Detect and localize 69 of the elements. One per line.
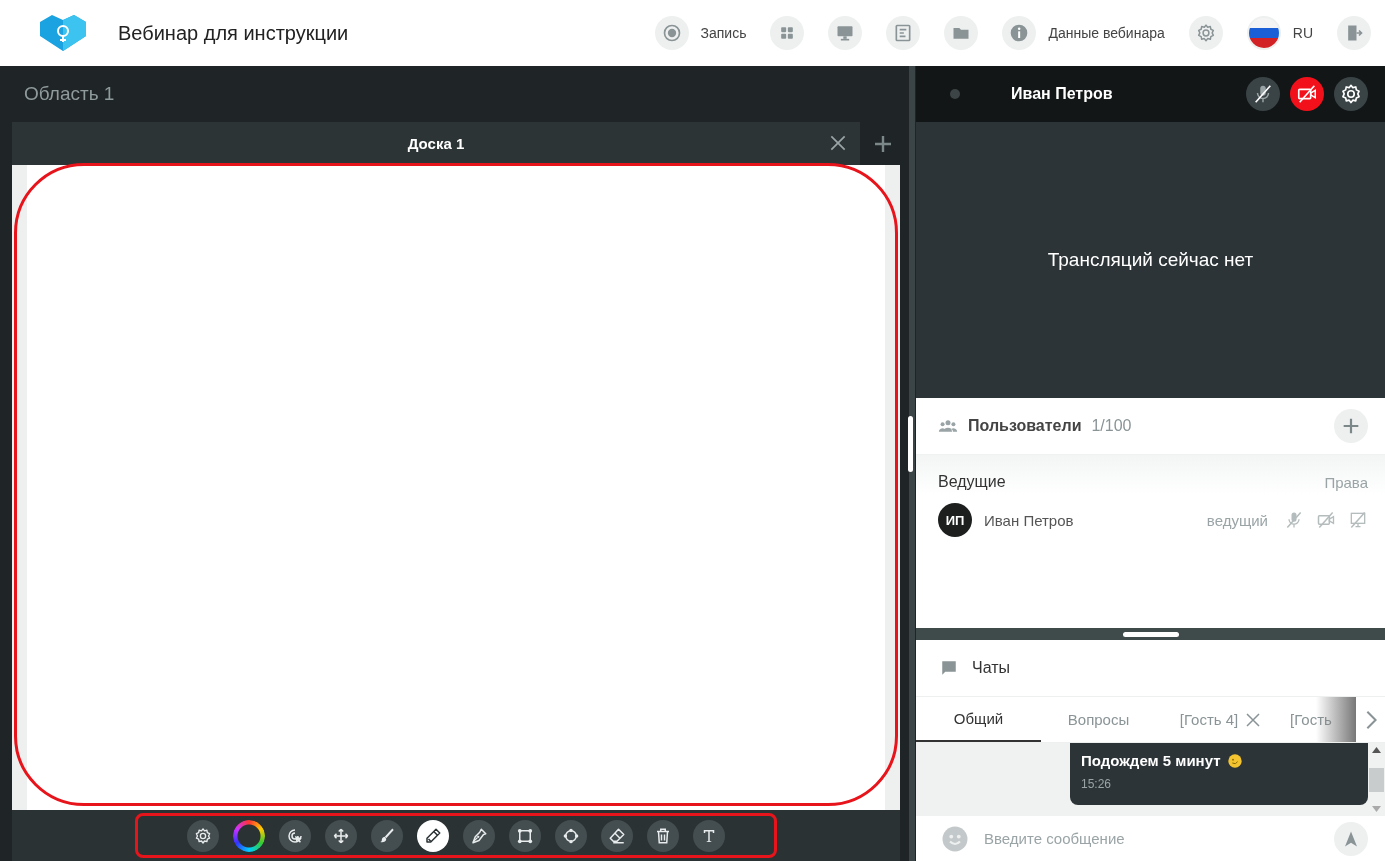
brush-tool-button[interactable] [371,819,403,852]
trash-tool-button[interactable] [647,819,679,852]
close-icon [1244,710,1263,729]
rectangle-icon [516,826,534,845]
screen-button[interactable] [828,16,863,50]
board-tab[interactable]: Доска 1 [12,122,860,165]
status-dot [949,87,961,100]
scroll-up-icon[interactable] [1372,747,1381,753]
flag-icon [1248,18,1279,48]
document-button[interactable] [886,16,921,50]
message-text: Подождем 5 минут [1081,752,1221,769]
message-time: 15:26 [1081,777,1113,791]
document-icon [893,23,914,43]
layout-button[interactable] [770,16,805,50]
pencil-icon [424,826,442,845]
move-icon [332,826,350,845]
message-input[interactable]: Введите сообщение [982,829,1322,848]
circle-shape-icon [562,826,580,845]
logo-icon [38,14,88,52]
shape-tool-button[interactable] [555,819,587,852]
pen-tool-button[interactable] [463,819,495,852]
user-role: ведущий [1206,511,1268,529]
settings-icon [1195,23,1216,43]
resize-handle[interactable] [1122,631,1179,637]
user-name: Иван Петров [984,511,1075,529]
settings-icon [1340,83,1362,105]
send-button[interactable] [1334,821,1368,856]
folder-button[interactable] [944,16,979,50]
text-tool-button[interactable] [693,819,725,852]
eraser-tool-button[interactable] [601,819,633,852]
camera-off-icon [1296,83,1318,105]
exit-button[interactable] [1337,16,1371,50]
rectangle-tool-button[interactable] [509,819,541,852]
microphone-off-icon [1252,83,1274,105]
rights-label: Права [1324,473,1368,491]
monitor-icon [835,23,856,43]
info-button[interactable]: Данные вебинара [1002,16,1165,50]
settings-tool-button[interactable] [187,819,219,852]
presenter-name: Иван Петров [1011,85,1114,103]
pencil-tool-button[interactable] [417,819,449,852]
eraser-icon [608,826,626,845]
record-icon [661,23,682,43]
cursor-icon [286,826,304,845]
color-ring-icon [233,819,265,852]
avatar: ИП [938,503,972,537]
users-title: Пользователи [968,417,1082,435]
no-stream-message: Трансляций сейчас нет [1047,249,1254,271]
area-title: Область 1 [23,82,116,106]
chats-title: Чаты [972,659,1011,677]
record-button[interactable]: Запись [654,16,747,50]
pen-nib-icon [470,826,488,845]
info-icon [1009,23,1030,43]
move-tool-button[interactable] [325,819,357,852]
settings-button[interactable] [1334,77,1368,111]
chat-icon [940,659,958,677]
add-user-button[interactable] [1334,409,1368,443]
emoji-icon [1226,752,1243,769]
group-title: Ведущие [938,473,1006,491]
webinar-title: Вебинар для инструкции [118,21,350,45]
mic-button[interactable] [1246,77,1280,111]
camera-button[interactable] [1290,77,1324,111]
select-tool-button[interactable] [279,819,311,852]
settings-icon [194,826,212,845]
trash-icon [654,826,672,845]
resize-handle[interactable] [908,415,913,472]
users-count: 1/100 [1091,417,1133,435]
brush-icon [378,826,396,845]
color-tool-button[interactable] [233,819,265,852]
close-icon [828,133,848,153]
